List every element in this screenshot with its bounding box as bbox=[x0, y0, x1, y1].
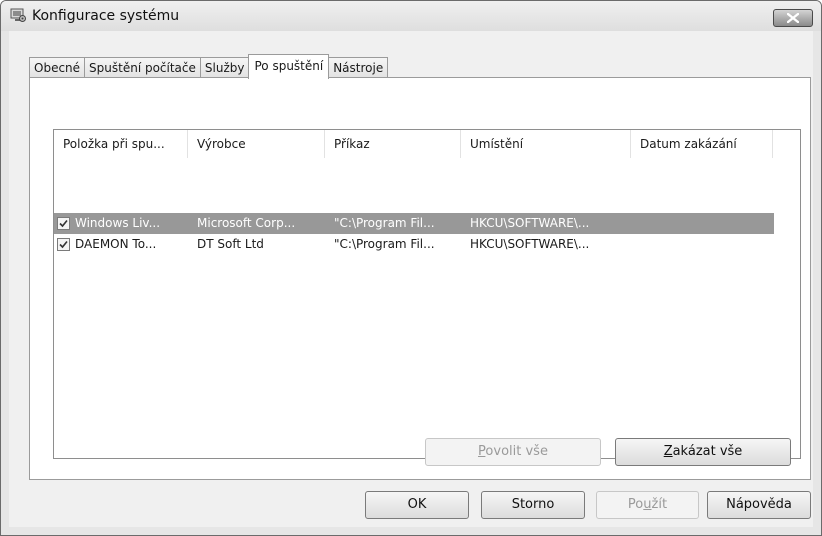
ok-button[interactable]: OK bbox=[365, 491, 469, 519]
startup-item-checkbox[interactable] bbox=[57, 217, 70, 230]
column-header-location[interactable]: Umístění bbox=[461, 130, 631, 158]
table-row[interactable]: Windows Liv... Microsoft Corp... "C:\Pro… bbox=[54, 213, 774, 234]
tab-boot[interactable]: Spuštění počítače bbox=[84, 57, 201, 78]
tab-startup[interactable]: Po spuštění bbox=[248, 54, 330, 79]
startup-tab-panel: Položka při spu... Výrobce Příkaz Umístě… bbox=[29, 77, 811, 480]
tab-services[interactable]: Služby bbox=[199, 57, 250, 78]
computer-settings-icon bbox=[10, 8, 26, 23]
apply-label-end: žít bbox=[651, 497, 668, 512]
startup-item-vendor: Microsoft Corp... bbox=[197, 216, 296, 230]
column-header-command[interactable]: Příkaz bbox=[325, 130, 461, 158]
column-header-item[interactable]: Položka při spu... bbox=[54, 130, 188, 158]
close-button[interactable] bbox=[773, 9, 813, 27]
apply-access-key: u bbox=[643, 497, 652, 512]
startup-item-location: HKCU\SOFTWARE\... bbox=[470, 216, 590, 230]
close-icon bbox=[787, 13, 799, 23]
dialog-client-area: Obecné Spuštění počítače Služby Po spušt… bbox=[9, 31, 813, 527]
table-row[interactable]: DAEMON To... DT Soft Ltd "C:\Program Fil… bbox=[54, 234, 774, 255]
cancel-button[interactable]: Storno bbox=[481, 491, 585, 519]
tab-strip: Obecné Spuštění počítače Služby Po spušt… bbox=[29, 54, 389, 79]
startup-item-vendor: DT Soft Ltd bbox=[197, 237, 264, 251]
list-header: Položka při spu... Výrobce Příkaz Umístě… bbox=[54, 130, 773, 158]
startup-item-checkbox[interactable] bbox=[57, 238, 70, 251]
apply-label-start: Po bbox=[627, 497, 644, 512]
checkmark-icon bbox=[59, 219, 68, 228]
startup-item-location: HKCU\SOFTWARE\... bbox=[470, 237, 590, 251]
startup-item-date bbox=[631, 234, 774, 255]
startup-items-list[interactable]: Položka při spu... Výrobce Příkaz Umístě… bbox=[53, 129, 801, 459]
tab-tools[interactable]: Nástroje bbox=[328, 57, 389, 78]
disable-all-access-key: Z bbox=[663, 444, 673, 459]
system-configuration-window: Konfigurace systému Obecné Spuštění počí… bbox=[0, 0, 822, 536]
help-button[interactable]: Nápověda bbox=[707, 491, 811, 519]
disable-all-button[interactable]: Zakázat vše bbox=[615, 438, 791, 466]
column-header-date-disabled[interactable]: Datum zakázání bbox=[631, 130, 773, 158]
startup-item-command: "C:\Program Fil... bbox=[334, 237, 435, 251]
title-bar[interactable]: Konfigurace systému bbox=[1, 1, 821, 31]
startup-item-date bbox=[631, 213, 774, 234]
tab-general[interactable]: Obecné bbox=[29, 57, 86, 78]
checkmark-icon bbox=[59, 240, 68, 249]
startup-item-command: "C:\Program Fil... bbox=[334, 216, 435, 230]
startup-item-name: DAEMON To... bbox=[75, 237, 157, 251]
enable-all-button[interactable]: Povolit vše bbox=[425, 438, 601, 466]
column-header-vendor[interactable]: Výrobce bbox=[188, 130, 325, 158]
apply-button[interactable]: Použít bbox=[596, 491, 699, 519]
startup-item-name: Windows Liv... bbox=[75, 216, 161, 230]
enable-all-label: ovolit vše bbox=[485, 444, 548, 459]
disable-all-label: akázat vše bbox=[672, 444, 743, 459]
window-title: Konfigurace systému bbox=[32, 8, 180, 24]
